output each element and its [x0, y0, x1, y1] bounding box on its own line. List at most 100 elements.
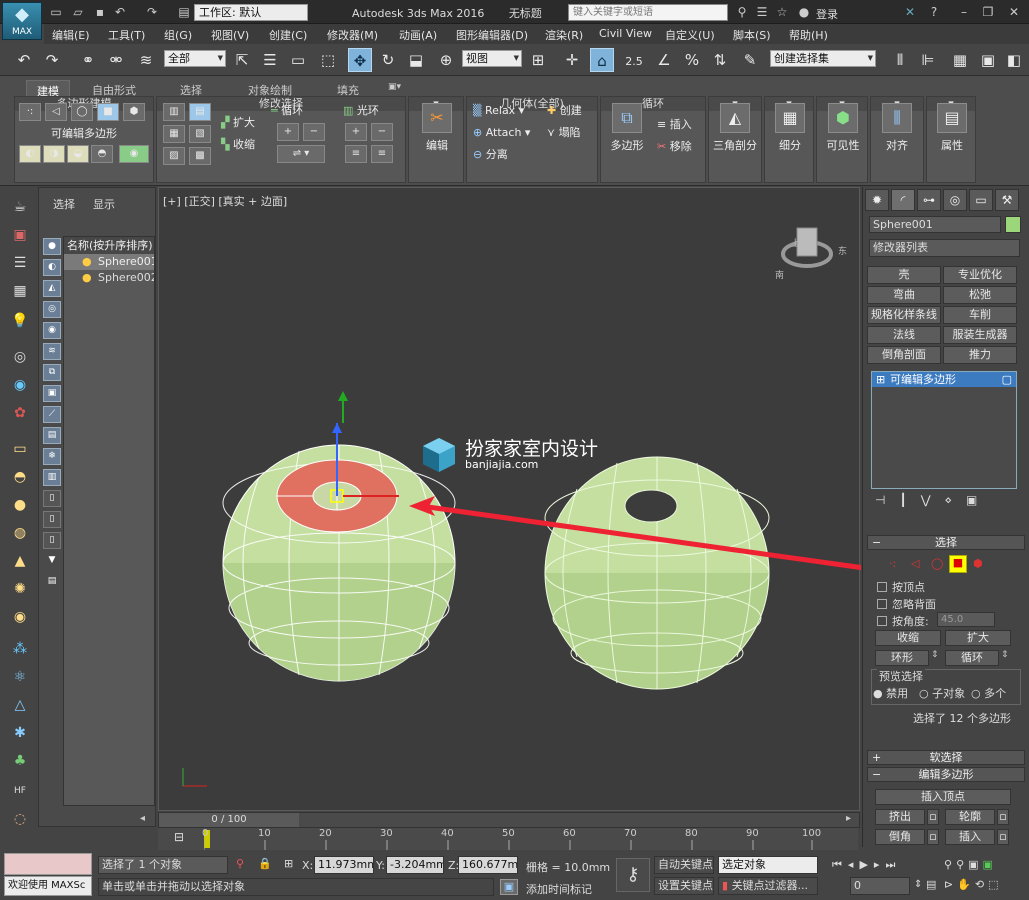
polygon-icon[interactable]: ■: [97, 103, 119, 121]
scene-tree-header[interactable]: 名称(按升序排序): [64, 237, 154, 254]
light-bulb-icon[interactable]: ●: [82, 270, 92, 286]
element-icon[interactable]: ⬢: [123, 103, 145, 121]
detach-button[interactable]: ⊖ 分离: [473, 145, 508, 165]
scene-row[interactable]: ● Sphere001: [64, 254, 154, 270]
insert-vertex-button[interactable]: 插入顶点: [875, 789, 1011, 805]
restore-icon[interactable]: ❐: [980, 4, 996, 20]
viewcube-south-label[interactable]: 南: [775, 268, 784, 281]
hierarchy-tab-icon[interactable]: ⊶: [917, 189, 941, 211]
configure-sets-icon[interactable]: ▣: [966, 493, 991, 507]
prev-frame-icon[interactable]: ◂: [140, 813, 145, 824]
preserve-uv-icon[interactable]: ◉: [119, 145, 149, 163]
scene-tab-select[interactable]: 选择: [53, 196, 75, 212]
pin-stack-icon[interactable]: ⊣: [875, 493, 899, 507]
select-by-name-icon[interactable]: ☰: [258, 48, 282, 72]
plant-icon[interactable]: ♣: [9, 751, 31, 771]
hemisphere-icon[interactable]: ◓: [9, 467, 31, 487]
save-icon[interactable]: ▪: [92, 4, 108, 20]
filter-lights-icon[interactable]: ◭: [43, 280, 61, 297]
time-tag-icon[interactable]: ▣: [500, 879, 518, 895]
filter-bones-icon[interactable]: ⟋: [43, 406, 61, 423]
ring-shrink-icon[interactable]: −: [371, 123, 393, 141]
grow-button[interactable]: ▞ 扩大: [221, 113, 255, 133]
modifier-button[interactable]: 弯曲: [867, 286, 941, 304]
filter-helpers-icon[interactable]: ◉: [43, 322, 61, 339]
star-icon[interactable]: ☆: [774, 4, 790, 20]
triangulation-button[interactable]: ◭ 三角剖分: [709, 103, 761, 153]
auto-key-button[interactable]: 自动关键点: [654, 856, 714, 874]
percent-snap-icon[interactable]: %: [680, 48, 704, 72]
time-config-icon[interactable]: ▤: [926, 878, 936, 891]
outline-button[interactable]: 轮廓: [945, 809, 995, 825]
filter-frozen-icon[interactable]: ❄: [43, 448, 61, 465]
key-mode-dropdown[interactable]: 选定对象: [718, 856, 818, 874]
modifier-button[interactable]: 壳: [867, 266, 941, 284]
open-file-icon[interactable]: ▱: [70, 4, 86, 20]
subdivision-button[interactable]: ▦ 细分: [764, 103, 816, 153]
inset-settings-icon[interactable]: ▫: [997, 829, 1009, 845]
x-coord-field[interactable]: 11.973mm: [314, 856, 374, 874]
make-unique-icon[interactable]: ⋁: [921, 493, 945, 507]
align-icon[interactable]: ⊫: [916, 48, 940, 72]
preview-subobject-radio[interactable]: ○ 子对象: [919, 685, 965, 701]
render-icon[interactable]: ▣: [9, 225, 31, 245]
modify-tab-icon[interactable]: ◜: [891, 189, 915, 211]
track-bar[interactable]: ⊟ 0 10 20 30 40 50 60 70 80 90 100: [158, 828, 858, 850]
maxscript-mini-listener[interactable]: 欢迎使用 MAXSc: [4, 876, 92, 896]
angle-spinner[interactable]: 45.0: [937, 612, 995, 627]
selection-region-icon[interactable]: ▭: [286, 48, 310, 72]
keyboard-shortcut-icon[interactable]: ⌂: [590, 48, 614, 72]
minimize-icon[interactable]: –: [956, 4, 972, 20]
filter-cameras-icon[interactable]: ◎: [43, 301, 61, 318]
ring-grow-icon[interactable]: +: [345, 123, 367, 141]
filter-invert-icon[interactable]: ▯: [43, 532, 61, 549]
filter-all-icon[interactable]: ▯: [43, 490, 61, 507]
lock-icon[interactable]: 🔒: [258, 857, 272, 870]
modifier-button[interactable]: 松弛: [943, 286, 1017, 304]
hf-icon[interactable]: HF: [9, 781, 31, 801]
helper-icon[interactable]: ◉: [9, 375, 31, 395]
modifier-button[interactable]: 法线: [867, 326, 941, 344]
bevel-settings-icon[interactable]: ▫: [927, 829, 939, 845]
ring-button[interactable]: ▥ 光环: [343, 101, 379, 121]
move-icon[interactable]: ✥: [348, 48, 372, 72]
goto-start-icon[interactable]: ⏮: [832, 858, 848, 871]
preview-multi-radio[interactable]: ○ 多个: [971, 685, 1006, 701]
grow-button[interactable]: 扩大: [945, 630, 1011, 646]
add-time-tag[interactable]: 添加时间标记: [526, 881, 592, 897]
filter-groups-icon[interactable]: ⧉: [43, 364, 61, 381]
menu-customize[interactable]: 自定义(U): [665, 27, 715, 43]
list-icon[interactable]: ☰: [9, 253, 31, 273]
shrink-ring-icon[interactable]: ▦: [163, 125, 185, 143]
cone-icon[interactable]: ▲: [9, 551, 31, 571]
modifier-button[interactable]: 服装生成器: [943, 326, 1017, 344]
extrude-settings-icon[interactable]: ▫: [927, 809, 939, 825]
vertex-icon[interactable]: ·:: [19, 103, 41, 121]
ring-wave-icon[interactable]: ◌: [9, 809, 31, 829]
modifier-button[interactable]: 专业优化: [943, 266, 1017, 284]
menu-rendering[interactable]: 渲染(R): [545, 27, 583, 43]
molecule-icon[interactable]: ⚛: [9, 667, 31, 687]
current-frame-field[interactable]: 0: [850, 877, 910, 895]
viewport-front[interactable]: [+] [正交] [真实 + 边面] 上 南 东 扮家家室内设计 banjiaj…: [158, 187, 861, 811]
utilities-tab-icon[interactable]: ⚒: [995, 189, 1019, 211]
time-slider[interactable]: 0 / 100: [159, 813, 299, 827]
element-mode-icon[interactable]: ⬢: [973, 557, 983, 570]
use-nurms-icon[interactable]: ◐: [19, 145, 41, 163]
menu-graph-editors[interactable]: 图形编辑器(D): [456, 27, 528, 43]
loop-button[interactable]: ═ 循环: [271, 101, 303, 121]
viewcube-top-label[interactable]: 上: [791, 236, 800, 249]
visibility-button[interactable]: ⬢ 可见性: [817, 103, 869, 153]
menu-views[interactable]: 视图(V): [211, 27, 249, 43]
manipulate-icon[interactable]: ✛: [560, 48, 584, 72]
polygon-mode-icon[interactable]: ■: [949, 555, 967, 573]
rotate-icon[interactable]: ↻: [376, 48, 400, 72]
create-tab-icon[interactable]: ✹: [865, 189, 889, 211]
viewcube-east-label[interactable]: 东: [838, 244, 847, 257]
border-mode-icon[interactable]: ◯: [931, 557, 943, 570]
inset-button[interactable]: 插入: [945, 829, 995, 845]
search-input[interactable]: 键入关键字或短语: [568, 4, 728, 21]
ring-icon[interactable]: ▧: [189, 125, 211, 143]
geosphere-icon[interactable]: ◍: [9, 523, 31, 543]
scene-options-icon[interactable]: ▤: [43, 574, 61, 591]
